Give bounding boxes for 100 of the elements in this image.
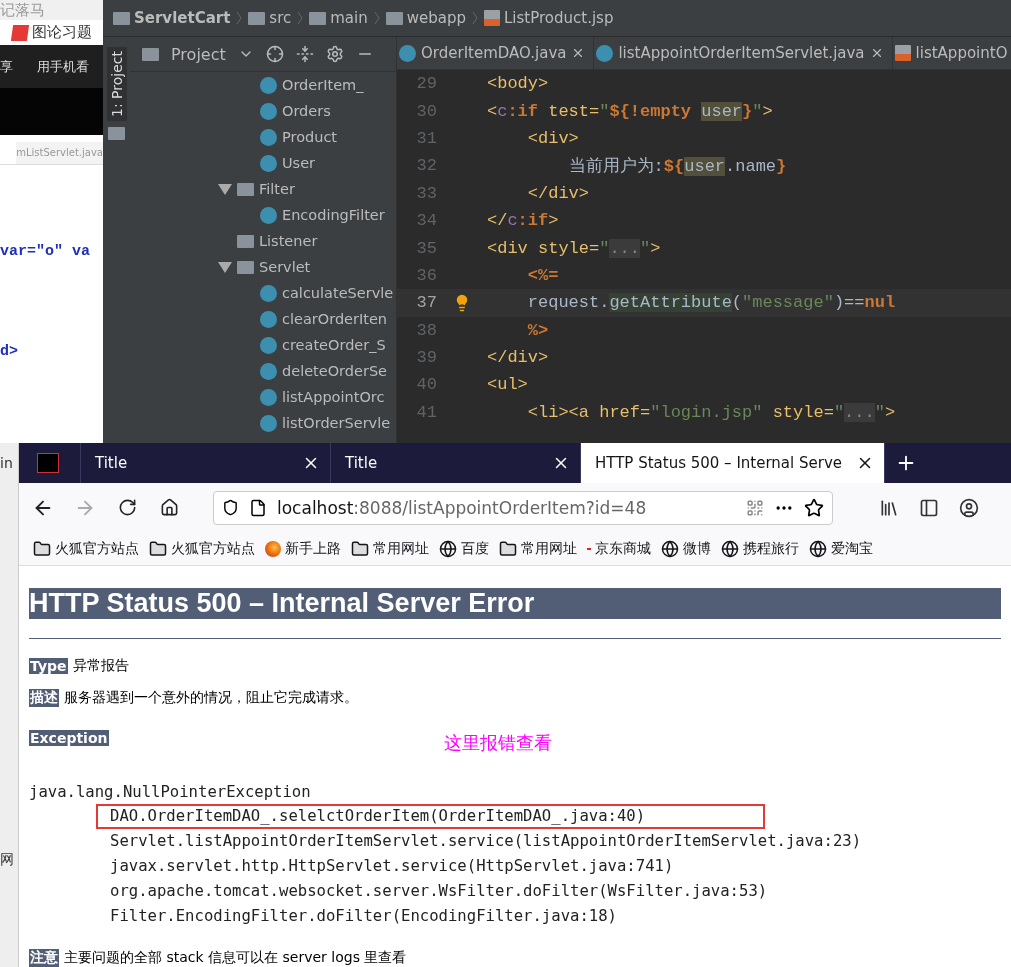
breadcrumb[interactable]: ServletCart — [113, 9, 231, 27]
folder-icon — [237, 260, 254, 274]
jsp-file-icon — [484, 10, 500, 26]
class-icon — [260, 310, 277, 328]
tree-item-label: Servlet — [259, 259, 311, 275]
page-heading: HTTP Status 500 – Internal Server Error — [29, 588, 1001, 619]
tree-item[interactable]: clearOrderIten — [130, 306, 396, 332]
tree-item[interactable]: Servlet — [130, 254, 396, 280]
line-number: 40 — [415, 375, 437, 395]
bookmark[interactable]: 新手上路 — [265, 539, 341, 558]
tool-window-tab[interactable]: 1: Project — [106, 47, 127, 121]
locate-icon[interactable] — [265, 45, 284, 63]
tree-item[interactable]: OrderItem_ — [130, 72, 396, 98]
tree-item[interactable]: listAppointOrc — [130, 384, 396, 410]
chevron-icon — [373, 11, 380, 25]
jsp-file-icon — [894, 45, 911, 61]
class-icon — [260, 362, 277, 380]
globe-icon — [809, 539, 827, 558]
tree-item[interactable]: Product — [130, 124, 396, 150]
exception-text: java.lang.NullPointerException — [29, 782, 312, 803]
bookmark[interactable]: 常用网址 — [351, 539, 429, 558]
collapse-icon[interactable] — [295, 45, 314, 63]
tree-item-label: Product — [282, 129, 338, 145]
bookmark[interactable]: 携程旅行 — [721, 539, 799, 558]
editor-tab[interactable]: listAppointO — [892, 37, 1011, 69]
account-icon[interactable] — [959, 497, 979, 518]
qr-code-icon[interactable] — [746, 498, 764, 517]
code-line: 当前用户为:${user.name} — [567, 156, 788, 178]
field-value: 服务器遇到一个意外的情况，阻止它完成请求。 — [64, 689, 358, 707]
folder-icon — [499, 539, 517, 558]
code-line: <div style="..."> — [487, 238, 662, 258]
globe-icon — [439, 539, 457, 558]
field-value: 异常报告 — [72, 657, 129, 675]
folder-icon — [248, 11, 266, 25]
field-label: Exception — [29, 730, 109, 746]
editor-tab[interactable]: OrderItemDAO.java — [397, 37, 595, 69]
breadcrumb[interactable]: main — [309, 9, 368, 27]
line-number: 38 — [415, 320, 437, 340]
tree-item[interactable]: calculateServle — [130, 280, 396, 306]
home-icon[interactable] — [159, 498, 179, 518]
tree-item[interactable]: Filter — [130, 176, 396, 202]
bookmark[interactable]: 常用网址 — [499, 539, 577, 558]
menu-item[interactable]: 享 — [0, 57, 13, 76]
folder-icon — [149, 539, 167, 558]
tree-item[interactable]: Listener — [130, 228, 396, 254]
tree-item-label: clearOrderIten — [282, 311, 388, 327]
menu-item[interactable]: 用手机看 — [37, 57, 89, 76]
code-line: <div> — [526, 128, 580, 148]
tree-item[interactable]: User — [130, 150, 396, 176]
class-icon — [260, 128, 277, 146]
line-number: 36 — [415, 265, 437, 285]
class-icon — [260, 102, 277, 120]
tree-item-label: User — [282, 155, 316, 171]
url-field[interactable]: localhost:8088/listAppointOrderItem?id=48 — [213, 490, 833, 525]
tree-item[interactable]: createOrder_S — [130, 332, 396, 358]
field-label: 注意 — [29, 949, 59, 967]
bookmark[interactable]: 百度 — [439, 539, 489, 558]
star-icon[interactable] — [804, 497, 824, 518]
breadcrumb[interactable]: src — [248, 9, 292, 27]
browser-tab[interactable]: HTTP Status 500 – Internal Serve — [581, 443, 885, 483]
class-icon — [260, 76, 277, 94]
tree-item[interactable]: listOrderServle — [130, 410, 396, 436]
side-text: 网 — [0, 851, 15, 869]
breadcrumb[interactable]: ListProduct.jsp — [484, 9, 614, 27]
tree-item-label: OrderItem_ — [282, 77, 364, 93]
stack-frame: Servlet.listAppointOrderItemServlet.service(listAppointOrderItemServlet.java:23) — [96, 829, 878, 854]
bookmark[interactable]: 火狐官方站点 — [33, 539, 139, 558]
panel-title[interactable]: Project — [171, 44, 226, 64]
settings-icon[interactable] — [325, 45, 344, 63]
line-number: 31 — [415, 128, 437, 148]
field-label: Type — [29, 658, 68, 674]
tree-item[interactable]: deleteOrderSe — [130, 358, 396, 384]
code-line: request.getAttribute("message")==nul — [526, 293, 897, 313]
stack-frame: org.apache.tomcat.websocket.server.WsFilter.doFilter(WsFilter.java:53) — [96, 879, 784, 904]
bookmark[interactable]: 微博 — [661, 539, 711, 558]
page-icon — [249, 498, 267, 517]
code-line: <li><a href="login.jsp" style="..."> — [526, 402, 897, 422]
sidebar-icon[interactable] — [919, 497, 939, 518]
tree-item-label: Orders — [282, 103, 331, 119]
tree-item[interactable]: EncodingFilter — [130, 202, 396, 228]
bookmark[interactable]: 火狐官方站点 — [149, 539, 255, 558]
chevron-icon — [236, 11, 243, 25]
code-line: <%= — [526, 265, 560, 285]
shield-icon — [222, 499, 239, 517]
tree-item-label: EncodingFilter — [282, 207, 385, 223]
class-icon — [399, 44, 416, 62]
tree-item-label: deleteOrderSe — [282, 363, 387, 379]
bookmark[interactable]: 京东商城 — [587, 539, 651, 558]
folder-icon — [33, 539, 51, 558]
bookmark[interactable]: 爱淘宝 — [809, 539, 873, 558]
line-number: 39 — [415, 348, 437, 368]
tree-item[interactable]: Orders — [130, 98, 396, 124]
tree-item-label: Listener — [259, 233, 318, 249]
stack-frame: javax.servlet.http.HttpServlet.service(HttpServlet.java:741) — [96, 854, 690, 879]
folder-icon — [237, 234, 254, 248]
editor-tab[interactable]: listAppointOrderItemServlet.java — [594, 37, 893, 69]
stack-frame: Filter.EncodingFilter.doFilter(EncodingFilter.java:18) — [96, 904, 633, 929]
browser-tab[interactable]: 图论习题 — [0, 20, 103, 46]
breadcrumb[interactable]: webapp — [385, 9, 466, 27]
reload-icon[interactable] — [117, 498, 137, 518]
